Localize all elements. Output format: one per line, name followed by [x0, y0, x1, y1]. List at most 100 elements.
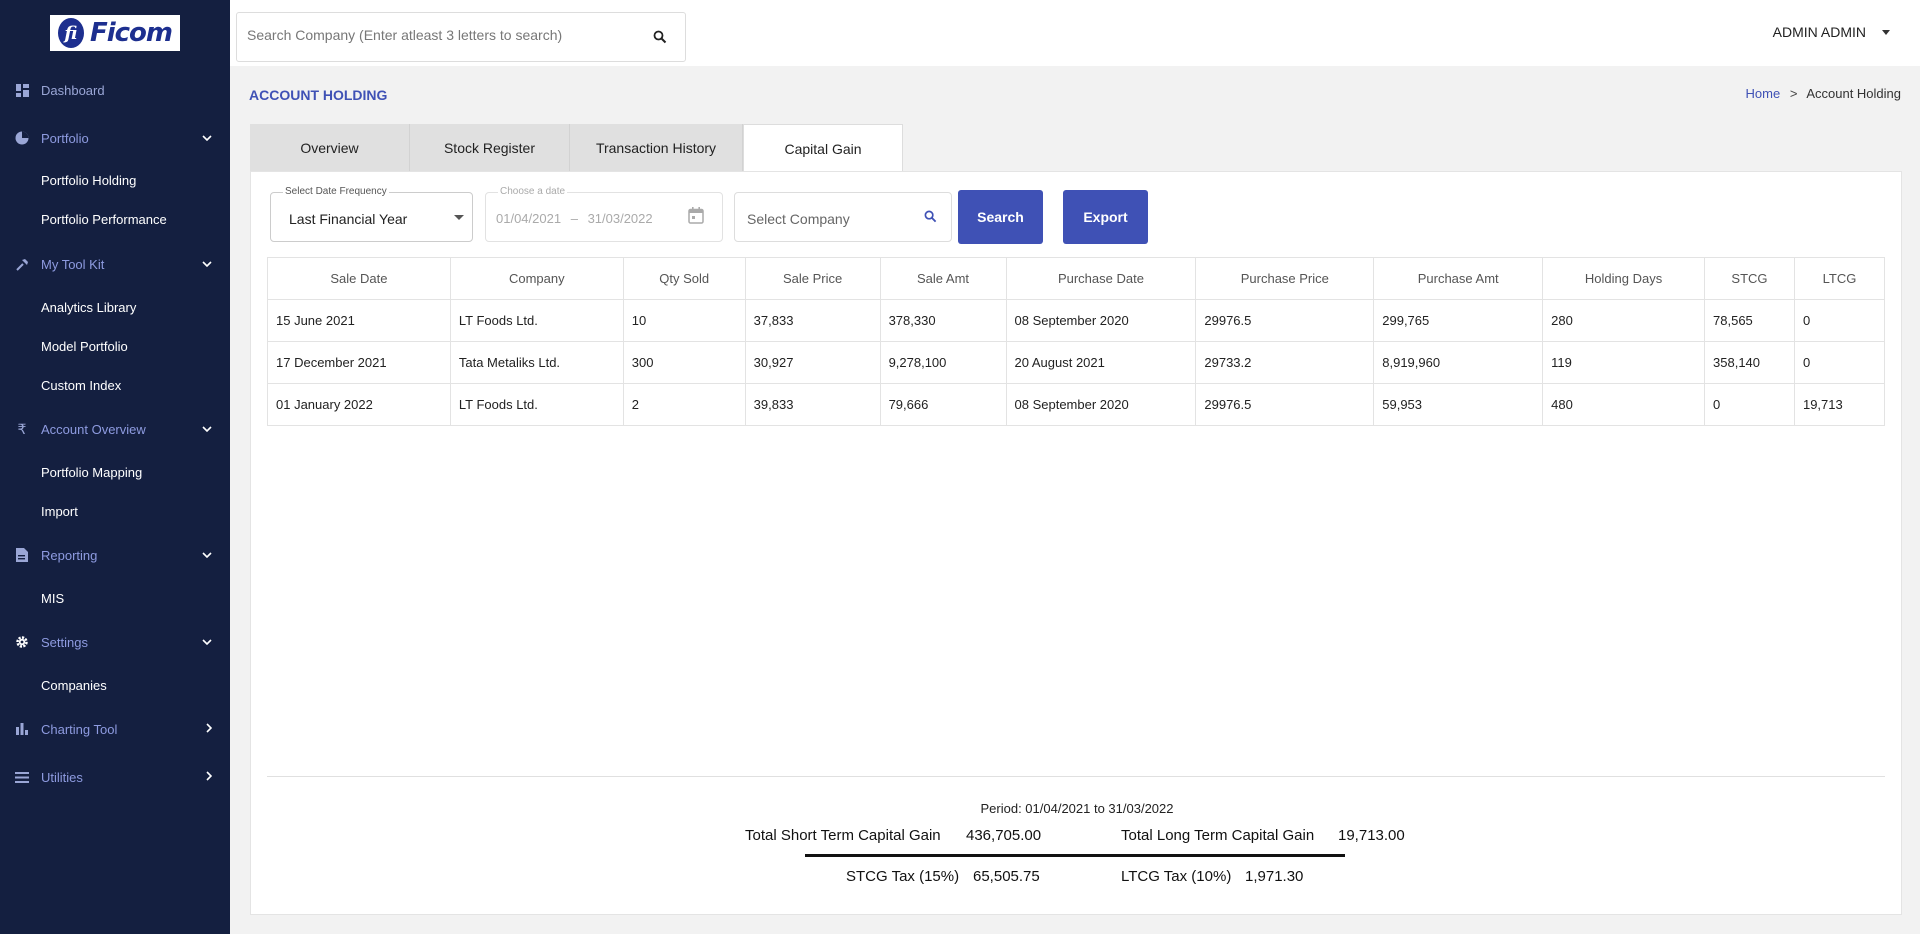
col-purchase-price[interactable]: Purchase Price [1195, 257, 1375, 300]
col-purchase-amt[interactable]: Purchase Amt [1373, 257, 1544, 300]
stcg-tax-value: 65,505.75 [973, 868, 1040, 885]
company-search-box [236, 12, 686, 62]
ltcg-tax-value: 1,971.30 [1245, 868, 1304, 885]
cell-qty-sold: 10 [622, 299, 746, 342]
date-frequency-select[interactable]: Select Date Frequency Last Financial Yea… [270, 186, 473, 242]
nav-charting-tool-label: Charting Tool [41, 721, 118, 737]
col-qty-sold[interactable]: Qty Sold [622, 257, 746, 300]
cell-qty-sold: 300 [622, 341, 746, 384]
col-stcg[interactable]: STCG [1704, 257, 1795, 300]
cell-purchase-price: 29976.5 [1195, 383, 1375, 426]
topbar: ADMIN ADMIN [230, 0, 1920, 66]
cell-holding-days: 119 [1542, 341, 1706, 384]
nav-charting-tool[interactable]: Charting Tool [0, 714, 230, 744]
nav-portfolio-label: Portfolio [41, 130, 89, 146]
calendar-icon[interactable] [688, 207, 704, 229]
export-button[interactable]: Export [1063, 190, 1148, 244]
gear-icon [14, 634, 30, 650]
summary-divider [267, 776, 1885, 777]
col-sale-price[interactable]: Sale Price [744, 257, 881, 300]
nav-settings-label: Settings [41, 634, 88, 650]
date-range-value: 01/04/2021 – 31/03/2022 [496, 211, 653, 226]
cell-holding-days: 280 [1542, 299, 1706, 342]
cell-purchase-price: 29733.2 [1195, 341, 1375, 384]
company-select-field[interactable]: Select Company [734, 192, 952, 242]
menu-icon [14, 769, 30, 785]
capital-gain-panel: Select Date Frequency Last Financial Yea… [250, 171, 1902, 915]
cell-ltcg: 19,713 [1793, 383, 1886, 426]
caret-down-icon [1882, 29, 1890, 35]
nav-account-overview[interactable]: ₹ Account Overview [0, 414, 230, 444]
nav-settings[interactable]: Settings [0, 627, 230, 657]
date-end: 31/03/2022 [587, 211, 653, 226]
table-header-row: Sale Date Company Qty Sold Sale Price Sa… [267, 257, 1886, 300]
col-ltcg[interactable]: LTCG [1793, 257, 1886, 300]
chevron-down-icon [202, 259, 212, 270]
nav-my-tool-kit-label: My Tool Kit [41, 256, 105, 272]
col-holding-days[interactable]: Holding Days [1542, 257, 1706, 300]
rupee-icon: ₹ [17, 420, 27, 437]
tab-overview[interactable]: Overview [250, 124, 410, 172]
cell-purchase-amt: 59,953 [1373, 383, 1544, 426]
date-range-label: Choose a date [498, 186, 568, 197]
cell-sale-amt: 9,278,100 [879, 341, 1007, 384]
page-title: ACCOUNT HOLDING [249, 87, 388, 103]
tab-stock-register[interactable]: Stock Register [410, 124, 570, 172]
cell-sale-amt: 378,330 [879, 299, 1007, 342]
nav-item-companies[interactable]: Companies [41, 678, 107, 693]
stcg-tax-label: STCG Tax (15%) [846, 868, 960, 885]
company-search-input[interactable] [247, 27, 637, 43]
nav-item-custom-index[interactable]: Custom Index [41, 378, 121, 393]
logo-text: Ficom [89, 18, 173, 48]
pie-chart-icon [14, 130, 30, 146]
breadcrumb-home-link[interactable]: Home [1746, 86, 1781, 101]
search-icon[interactable] [653, 30, 667, 44]
col-company[interactable]: Company [449, 257, 624, 300]
nav-item-model-portfolio[interactable]: Model Portfolio [41, 339, 128, 354]
nav-item-import[interactable]: Import [41, 504, 78, 519]
user-menu[interactable]: ADMIN ADMIN [1773, 24, 1890, 40]
tab-bar: Overview Stock Register Transaction Hist… [250, 124, 903, 172]
nav-utilities[interactable]: Utilities [0, 762, 230, 792]
nav-portfolio[interactable]: Portfolio [0, 123, 230, 153]
chevron-down-icon [202, 424, 212, 435]
tab-capital-gain[interactable]: Capital Gain [743, 124, 903, 172]
nav-item-mis[interactable]: MIS [41, 591, 64, 606]
ltcg-tax-label: LTCG Tax (10%) [1121, 868, 1232, 885]
cell-sale-date: 15 June 2021 [267, 299, 451, 342]
nav-item-portfolio-performance[interactable]: Portfolio Performance [41, 212, 167, 227]
tab-transaction-history[interactable]: Transaction History [570, 124, 743, 172]
company-select-placeholder: Select Company [747, 211, 850, 227]
col-sale-date[interactable]: Sale Date [267, 257, 451, 300]
nav-item-analytics-library[interactable]: Analytics Library [41, 300, 136, 315]
search-button[interactable]: Search [958, 190, 1043, 244]
nav-item-portfolio-mapping[interactable]: Portfolio Mapping [41, 465, 142, 480]
dropdown-arrow-icon [454, 215, 464, 220]
cell-sale-price: 39,833 [744, 383, 881, 426]
nav-account-overview-label: Account Overview [41, 421, 146, 437]
nav-dashboard[interactable]: Dashboard [0, 75, 230, 105]
col-sale-amt[interactable]: Sale Amt [879, 257, 1007, 300]
chevron-down-icon [202, 637, 212, 648]
nav-reporting[interactable]: Reporting [0, 540, 230, 570]
cell-company: LT Foods Ltd. [449, 383, 624, 426]
date-separator: – [570, 211, 578, 226]
date-range-picker[interactable]: Choose a date 01/04/2021 – 31/03/2022 [485, 186, 723, 242]
breadcrumb-current: Account Holding [1806, 86, 1901, 101]
cell-company: LT Foods Ltd. [449, 299, 624, 342]
cell-qty-sold: 2 [622, 383, 746, 426]
nav-item-portfolio-holding[interactable]: Portfolio Holding [41, 173, 136, 188]
table-row: 15 June 2021 LT Foods Ltd. 10 37,833 378… [267, 299, 1886, 342]
nav-my-tool-kit[interactable]: My Tool Kit [0, 249, 230, 279]
stcg-total-label: Total Short Term Capital Gain [745, 827, 941, 844]
cell-sale-amt: 79,666 [879, 383, 1007, 426]
bar-chart-icon [14, 721, 30, 737]
dashboard-icon [14, 82, 30, 98]
stcg-total-value: 436,705.00 [966, 827, 1042, 844]
table-row: 01 January 2022 LT Foods Ltd. 2 39,833 7… [267, 383, 1886, 426]
summary-period: Period: 01/04/2021 to 31/03/2022 [980, 801, 1174, 816]
app-logo[interactable]: fi Ficom [50, 15, 180, 51]
col-purchase-date[interactable]: Purchase Date [1005, 257, 1197, 300]
search-icon[interactable] [924, 210, 937, 228]
cell-sale-price: 30,927 [744, 341, 881, 384]
